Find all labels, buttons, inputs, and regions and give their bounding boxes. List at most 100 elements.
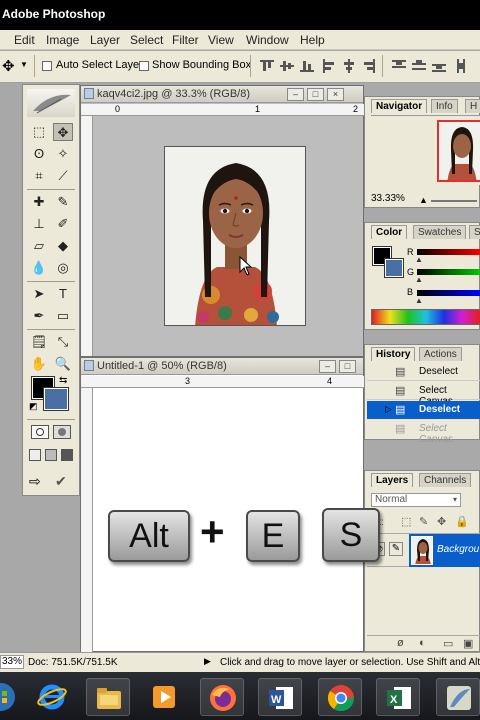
distribute-top-icon[interactable] (392, 59, 406, 73)
align-right-icon[interactable] (362, 59, 376, 73)
taskbar-excel[interactable]: X (376, 678, 420, 716)
screen-mode-standard-icon[interactable] (29, 449, 41, 461)
color-bg-swatch[interactable] (384, 258, 404, 278)
healing-brush-tool-icon[interactable]: ✚ (29, 193, 49, 211)
background-color-swatch[interactable] (43, 387, 69, 411)
tab-styles[interactable]: S (469, 225, 480, 239)
lock-transparent-icon[interactable]: ⬚ (401, 515, 411, 528)
blend-mode-select[interactable]: Normal ▾ (371, 493, 461, 507)
align-vcenter-icon[interactable] (280, 59, 294, 73)
type-tool-icon[interactable]: T (53, 285, 73, 303)
show-bounding-checkbox[interactable] (139, 61, 149, 71)
zoom-out-icon[interactable]: ▲ (419, 195, 428, 205)
notes-tool-icon[interactable]: 🗒 (29, 333, 49, 351)
tab-info[interactable]: Info (431, 99, 458, 113)
standard-mode-icon[interactable] (31, 425, 49, 439)
navigator-thumbnail[interactable] (437, 120, 480, 182)
new-layer-icon[interactable]: ▣ (463, 637, 473, 650)
imageready-icon[interactable]: ✔ (55, 473, 67, 490)
doc2-titlebar[interactable]: Untitled-1 @ 50% (RGB/8) – □ (81, 358, 363, 375)
history-state-slider-icon[interactable]: ▷ (385, 404, 392, 415)
layer-row-background[interactable]: 👁 ✎ Backgrou (367, 533, 480, 567)
taskbar-internet-explorer[interactable] (30, 678, 74, 716)
align-top-icon[interactable] (260, 59, 274, 73)
doc2-minimize-button[interactable]: – (319, 360, 336, 373)
menu-select[interactable]: Select (130, 33, 163, 47)
magic-wand-tool-icon[interactable]: ✧ (53, 145, 73, 163)
move-tool-icon[interactable]: ✥ (2, 57, 15, 75)
blue-slider-thumb-icon[interactable]: ▲ (415, 296, 423, 305)
align-hcenter-icon[interactable] (342, 59, 356, 73)
menu-image[interactable]: Image (46, 33, 79, 47)
blue-slider[interactable] (417, 290, 480, 296)
slice-tool-icon[interactable]: ⟋ (53, 167, 73, 185)
marquee-tool-icon[interactable]: ⬚ (29, 123, 49, 141)
green-slider-thumb-icon[interactable]: ▲ (415, 275, 423, 284)
zoom-tool-icon[interactable]: 🔍 (53, 355, 73, 373)
auto-select-checkbox[interactable] (42, 61, 52, 71)
taskbar-media-player[interactable] (142, 678, 186, 716)
align-bottom-icon[interactable] (300, 59, 314, 73)
layer-row-selected[interactable]: Backgrou (409, 534, 480, 567)
tab-actions[interactable]: Actions (419, 347, 462, 361)
swap-colors-icon[interactable]: ⇆ (59, 375, 67, 386)
navigator-zoom-slider[interactable] (431, 200, 477, 202)
taskbar-file-explorer[interactable] (86, 678, 130, 716)
status-zoom[interactable]: 33% (0, 655, 24, 669)
path-selection-tool-icon[interactable]: ➤ (29, 285, 49, 303)
doc2-maximize-button[interactable]: □ (339, 360, 356, 373)
jump-to-imageready-icon[interactable]: ⇨ (29, 473, 41, 490)
red-slider[interactable] (417, 249, 480, 255)
screen-mode-full-menu-icon[interactable] (45, 449, 57, 461)
dodge-tool-icon[interactable]: ◎ (53, 259, 73, 277)
navigator-zoom-value[interactable]: 33.33% (371, 193, 405, 204)
menu-filter[interactable]: Filter (172, 33, 199, 47)
tab-history[interactable]: History (371, 347, 416, 361)
taskbar-chrome[interactable] (318, 678, 362, 716)
history-brush-tool-icon[interactable]: ✐ (53, 215, 73, 233)
lasso-tool-icon[interactable]: ʘ (29, 145, 49, 163)
status-arrow-icon[interactable]: ▶ (204, 656, 211, 667)
pen-tool-icon[interactable]: ✒ (29, 307, 49, 325)
layer-style-icon[interactable]: ø (397, 637, 404, 649)
navigator-preview[interactable] (371, 115, 480, 185)
quick-mask-mode-icon[interactable] (53, 425, 71, 439)
distribute-vcenter-icon[interactable] (412, 59, 426, 73)
tab-swatches[interactable]: Swatches (413, 225, 467, 239)
distribute-left-icon[interactable] (456, 59, 470, 73)
menu-edit[interactable]: Edit (14, 33, 35, 47)
taskbar-word[interactable]: W (258, 678, 302, 716)
tab-navigator[interactable]: Navigator (371, 99, 428, 113)
doc1-minimize-button[interactable]: – (287, 88, 304, 101)
move-tool-icon[interactable]: ✥ (53, 123, 73, 141)
lock-image-icon[interactable]: ✎ (419, 515, 428, 528)
brush-tool-icon[interactable]: ✎ (53, 193, 73, 211)
menu-layer[interactable]: Layer (90, 33, 120, 47)
menu-view[interactable]: View (208, 33, 234, 47)
tool-preset-arrow-icon[interactable]: ▼ (20, 60, 28, 69)
blur-tool-icon[interactable]: 💧 (29, 259, 49, 277)
tab-channels[interactable]: Channels (419, 473, 472, 487)
default-colors-icon[interactable]: ◩ (29, 401, 38, 412)
doc1-close-button[interactable]: × (327, 88, 344, 101)
doc1-maximize-button[interactable]: □ (307, 88, 324, 101)
history-item-undone[interactable]: ▤ Select Canvas (367, 420, 480, 445)
hand-tool-icon[interactable]: ✋ (29, 355, 49, 373)
taskbar-firefox[interactable] (200, 678, 244, 716)
portrait-photo[interactable] (164, 146, 306, 326)
color-ramp[interactable] (371, 309, 480, 325)
red-slider-thumb-icon[interactable]: ▲ (415, 255, 423, 264)
lock-position-icon[interactable]: ✥ (437, 515, 446, 528)
taskbar-start-button[interactable] (0, 678, 15, 716)
doc1-titlebar[interactable]: kaqv4ci2.jpg @ 33.3% (RGB/8) – □ × (81, 86, 363, 103)
menu-window[interactable]: Window (246, 33, 289, 47)
tab-layers[interactable]: Layers (371, 473, 414, 487)
shape-tool-icon[interactable]: ▭ (53, 307, 73, 325)
paint-bucket-tool-icon[interactable]: ◆ (53, 237, 73, 255)
history-item-active[interactable]: ▷ ▤ Deselect (367, 401, 480, 419)
align-left-icon[interactable] (322, 59, 336, 73)
crop-tool-icon[interactable]: ⌗ (29, 167, 49, 185)
stamp-tool-icon[interactable]: ⊥ (29, 215, 49, 233)
eyedropper-tool-icon[interactable]: ⤡ (53, 333, 73, 351)
taskbar-photoshop[interactable] (436, 678, 480, 716)
